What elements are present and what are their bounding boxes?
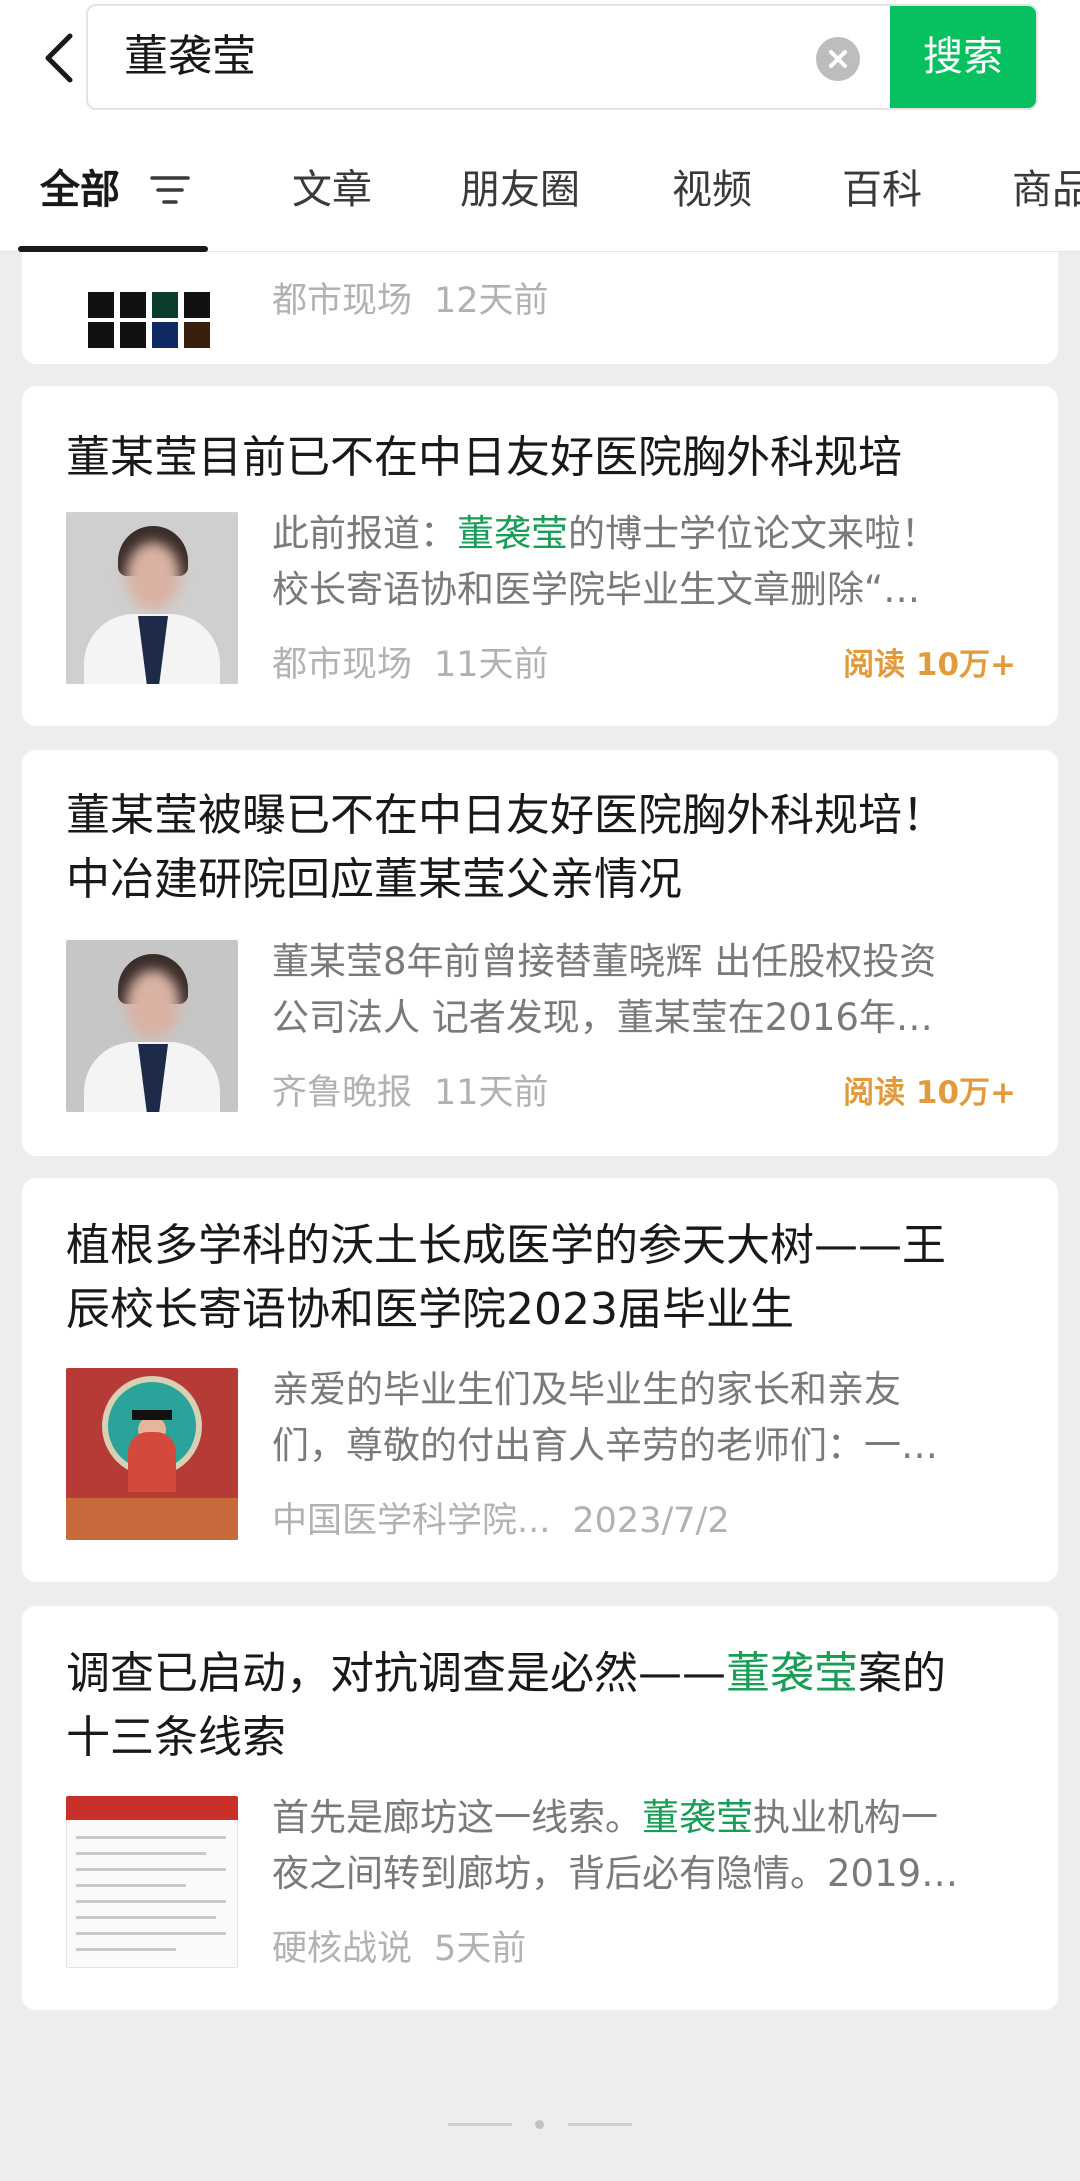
pager-indicator: [448, 2123, 512, 2126]
result-thumbnail: [66, 512, 238, 684]
read-count: 阅读 10万+: [843, 1075, 1016, 1111]
tab-videos[interactable]: 视频: [672, 150, 752, 230]
result-source: 中国医学科学院...: [272, 1501, 551, 1541]
keyword-highlight: 董袭莹: [457, 512, 568, 555]
back-arrow-icon[interactable]: [36, 28, 86, 88]
result-time: 5天前: [434, 1929, 527, 1969]
result-time: 2023/7/2: [572, 1501, 730, 1541]
result-snippet-line: 校长寄语协和医学院毕业生文章删除“…: [272, 568, 921, 611]
tab-products[interactable]: 商品: [1012, 150, 1080, 230]
result-title-line[interactable]: 辰校长寄语协和医学院2023届毕业生: [66, 1278, 1026, 1342]
result-title-line[interactable]: 中冶建研院回应董某莹父亲情况: [66, 848, 1026, 912]
result-time: 11天前: [434, 1073, 549, 1113]
result-thumbnail: [66, 1796, 238, 1968]
result-title[interactable]: 董某莹目前已不在中日友好医院胸外科规培: [66, 426, 1026, 490]
keyword-highlight: 董袭莹: [642, 1796, 753, 1839]
result-card[interactable]: 植根多学科的沃土长成医学的参天大树——王 辰校长寄语协和医学院2023届毕业生 …: [22, 1178, 1058, 1582]
read-count: 阅读 10万+: [843, 647, 1016, 683]
result-meta: 都市现场 11天前: [272, 640, 549, 690]
result-title-line[interactable]: 董某莹被曝已不在中日友好医院胸外科规培！: [66, 784, 1026, 848]
search-box: 搜索: [86, 4, 1038, 110]
result-source: 硬核战说: [272, 1929, 413, 1969]
search-header: 搜索 全部 文章 朋友圈 视频 百科 商品: [0, 0, 1080, 252]
active-tab-indicator: [18, 246, 208, 252]
result-title-line[interactable]: 十三条线索: [66, 1706, 1026, 1770]
result-thumbnail: [66, 940, 238, 1112]
result-time: 12天前: [434, 281, 549, 321]
result-meta: 中国医学科学院... 2023/7/2: [272, 1496, 730, 1546]
result-card[interactable]: 董某莹被曝已不在中日友好医院胸外科规培！ 中冶建研院回应董某莹父亲情况 董某莹8…: [22, 750, 1058, 1156]
pager-indicator: [568, 2123, 632, 2126]
clear-icon[interactable]: [816, 37, 860, 81]
result-title-line[interactable]: 调查已启动，对抗调查是必然——董袭莹案的: [66, 1642, 1026, 1706]
tab-articles[interactable]: 文章: [292, 150, 372, 230]
result-card[interactable]: 调查已启动，对抗调查是必然——董袭莹案的 十三条线索 首先是廊坊这一线索。董袭莹…: [22, 1606, 1058, 2010]
result-title-line[interactable]: 植根多学科的沃土长成医学的参天大树——王: [66, 1214, 1026, 1278]
search-input[interactable]: [124, 6, 824, 108]
keyword-highlight: 董袭莹: [726, 1648, 858, 1699]
result-snippet-line: 公司法人 记者发现，董某莹在2016年…: [272, 996, 933, 1039]
result-thumbnail: [66, 1368, 238, 1540]
result-source: 都市现场: [272, 281, 413, 321]
result-time: 11天前: [434, 645, 549, 685]
tab-encyclopedia[interactable]: 百科: [842, 150, 922, 230]
result-snippet-line: 夜之间转到廊坊，背后必有隐情。2019…: [272, 1852, 959, 1895]
result-snippet-line: 们，尊敬的付出育人辛劳的老师们：一…: [272, 1424, 938, 1467]
pager-dot: [535, 2120, 544, 2129]
filter-icon[interactable]: [150, 172, 190, 208]
result-meta: 硬核战说 5天前: [272, 1924, 526, 1974]
result-source: 齐鲁晚报: [272, 1073, 413, 1113]
result-meta: 都市现场 12天前: [272, 276, 549, 326]
result-snippet-line: 此前报道：董袭莹的博士学位论文来啦！: [272, 512, 938, 555]
result-source: 都市现场: [272, 645, 413, 685]
result-snippet-line: 首先是廊坊这一线索。董袭莹执业机构一: [272, 1796, 938, 1839]
tab-all[interactable]: 全部: [40, 150, 120, 230]
result-card[interactable]: 董某莹目前已不在中日友好医院胸外科规培 此前报道：董袭莹的博士学位论文来啦！ 校…: [22, 386, 1058, 726]
result-snippet-line: 亲爱的毕业生们及毕业生的家长和亲友: [272, 1368, 901, 1411]
tab-moments[interactable]: 朋友圈: [460, 150, 580, 230]
result-snippet-line: 董某莹8年前曾接替董晓辉 出任股权投资: [272, 940, 937, 983]
search-button[interactable]: 搜索: [890, 6, 1036, 108]
result-meta: 齐鲁晚报 11天前: [272, 1068, 549, 1118]
